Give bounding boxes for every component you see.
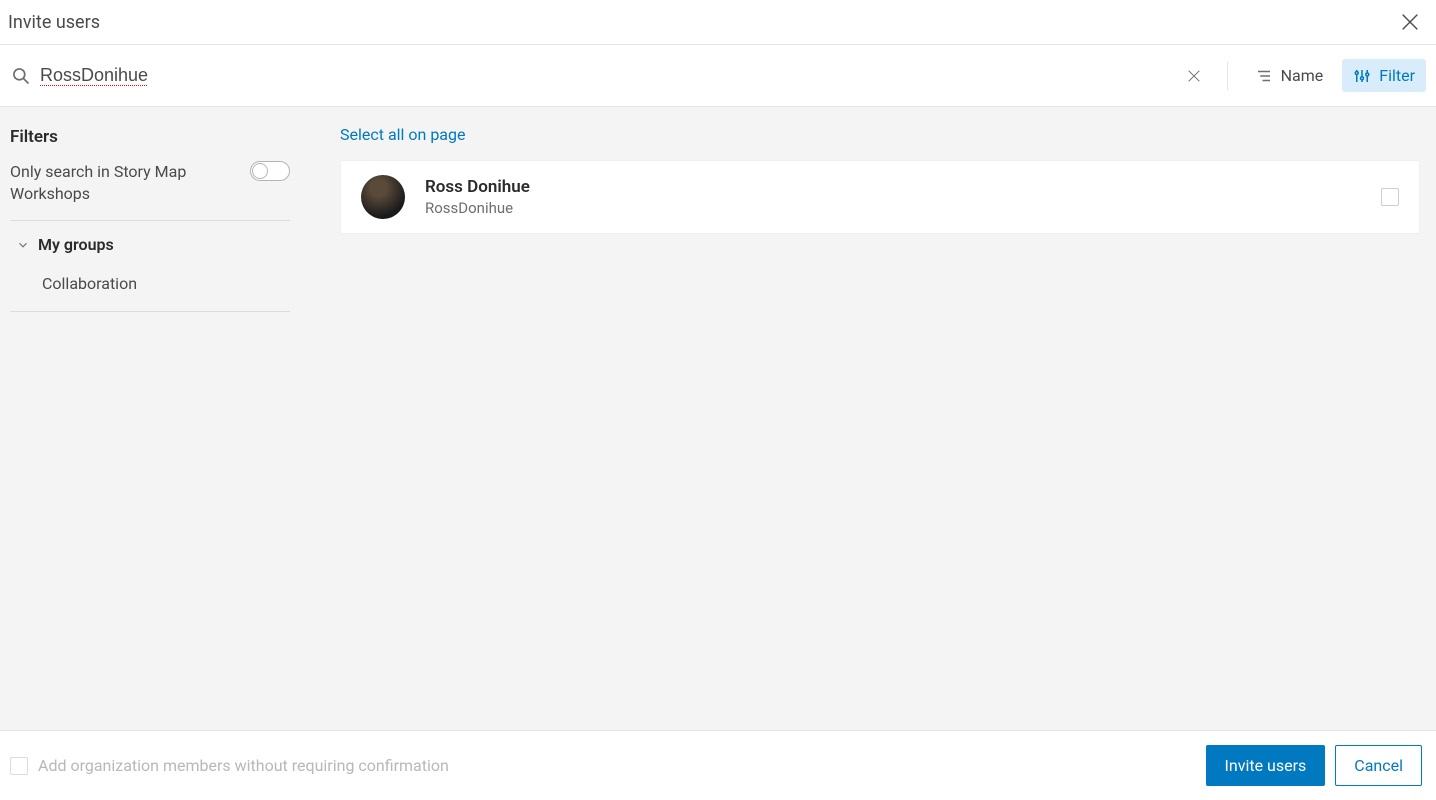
filters-sidebar: Filters Only search in Story Map Worksho…	[0, 107, 300, 730]
sort-label: Name	[1281, 66, 1324, 85]
cancel-button[interactable]: Cancel	[1335, 745, 1422, 786]
filters-heading: Filters	[10, 127, 290, 147]
skip-confirmation-label: Add organization members without requiri…	[38, 756, 449, 775]
skip-confirmation-checkbox[interactable]	[10, 757, 28, 775]
filter-icon	[1353, 67, 1371, 85]
sort-icon	[1255, 67, 1273, 85]
separator	[1227, 62, 1228, 90]
user-name: Ross Donihue	[425, 177, 1381, 197]
user-row[interactable]: Ross Donihue RossDonihue	[340, 160, 1420, 234]
search-input[interactable]	[40, 65, 1173, 86]
invite-users-modal: Invite users Name	[0, 0, 1436, 800]
skip-confirmation-option[interactable]: Add organization members without requiri…	[10, 756, 449, 775]
modal-header: Invite users	[0, 0, 1436, 45]
search-bar: Name Filter	[0, 45, 1436, 107]
select-all-link[interactable]: Select all on page	[340, 123, 465, 160]
avatar	[361, 175, 405, 219]
filter-button[interactable]: Filter	[1342, 59, 1426, 92]
close-icon[interactable]	[1398, 10, 1422, 34]
chevron-down-icon	[16, 238, 30, 252]
modal-footer: Add organization members without requiri…	[0, 730, 1436, 800]
invite-users-button[interactable]: Invite users	[1206, 745, 1326, 786]
separator	[10, 311, 290, 312]
user-checkbox[interactable]	[1381, 188, 1399, 206]
filter-label: Filter	[1379, 66, 1415, 85]
group-item-collaboration[interactable]: Collaboration	[10, 266, 290, 301]
modal-title: Invite users	[8, 12, 100, 33]
modal-body: Filters Only search in Story Map Worksho…	[0, 107, 1436, 730]
my-groups-header[interactable]: My groups	[10, 221, 290, 266]
user-info: Ross Donihue RossDonihue	[425, 177, 1381, 217]
search-scope-row: Only search in Story Map Workshops	[10, 161, 290, 221]
clear-search-icon[interactable]	[1183, 65, 1205, 87]
search-scope-toggle[interactable]	[250, 161, 290, 181]
results-area: Select all on page Ross Donihue RossDoni…	[300, 107, 1436, 730]
sort-button[interactable]: Name	[1244, 59, 1335, 92]
user-handle: RossDonihue	[425, 199, 1381, 217]
search-icon	[10, 65, 32, 87]
my-groups-label: My groups	[38, 235, 114, 254]
search-scope-label: Only search in Story Map Workshops	[10, 161, 220, 204]
